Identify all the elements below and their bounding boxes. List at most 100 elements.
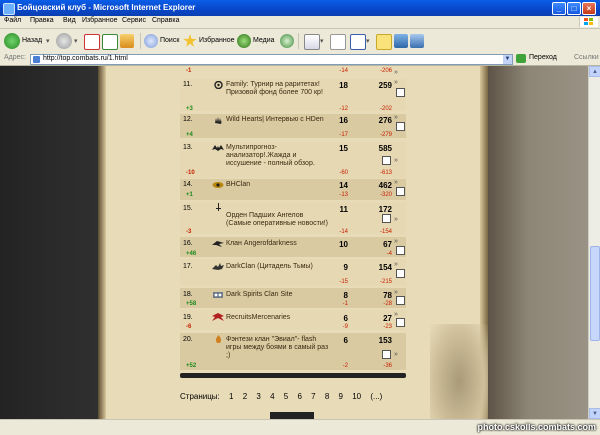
favorites-button-label[interactable]: Избранное [199,37,234,44]
row-name-link[interactable]: RecruitsMercenaries [226,314,330,322]
home-icon[interactable] [120,34,134,48]
menu-edit[interactable]: Правка [30,17,54,24]
row-rank: 16. [183,240,193,247]
row-rank: 13. [183,144,193,151]
print-icon[interactable] [330,34,346,50]
page-link[interactable]: 6 [297,392,301,401]
go-arrow-icon[interactable] [516,54,526,63]
row-checkbox[interactable] [396,269,405,278]
status-bar: photo.cskolls.combats.com [0,419,600,435]
page-link[interactable]: 8 [325,392,329,401]
scroll-thumb[interactable] [590,246,600,341]
menu-view[interactable]: Вид [63,17,76,24]
row-checkbox[interactable] [396,318,405,327]
research-icon[interactable] [410,34,424,48]
row-delta-score: -23 [383,324,392,330]
search-button-label[interactable]: Поиск [160,37,179,44]
page-link-more[interactable]: (...) [370,392,382,401]
edit-icon[interactable] [350,34,366,50]
row-rank: 15. [183,205,193,212]
maximize-button[interactable]: □ [567,2,581,15]
row-arrows[interactable]: » [394,179,398,186]
parchment-left-edge [98,66,106,419]
row-name-link[interactable]: DarkClan (Цитадель Тьмы) [226,263,330,271]
stop-icon[interactable] [84,34,100,50]
row-checkbox[interactable] [396,88,405,97]
menu-bar: Файл Правка Вид Избранное Сервис Справка [0,16,600,29]
swirl-icon [214,81,223,89]
vertical-scrollbar[interactable]: ▲ ▼ [588,66,600,419]
back-arrow-icon[interactable] [4,33,20,49]
menu-file[interactable]: Файл [4,17,21,24]
page-link[interactable]: 9 [339,392,343,401]
eye-icon [212,182,224,188]
page-link[interactable]: 1 [229,392,233,401]
row-arrows[interactable]: » [394,289,398,296]
row-checkbox[interactable] [382,214,391,223]
row-arrows[interactable]: » [394,311,398,318]
address-dropdown-icon[interactable]: ▼ [503,55,512,64]
row-delta-score: -202 [379,106,392,112]
row-name-link[interactable]: Орден Падших Ангелов (Самые оперативные … [226,212,330,228]
page-link[interactable]: 3 [256,392,260,401]
row-checkbox[interactable] [396,296,405,305]
menu-help[interactable]: Справка [152,17,179,24]
edit-dropdown-icon[interactable]: ▾ [366,37,370,45]
mail-dropdown-icon[interactable]: ▾ [320,37,324,45]
page-content: -1 -14 -206 » 11. Family: Турнир на рари… [0,66,588,419]
refresh-icon[interactable] [102,34,118,50]
favorites-star-icon[interactable] [183,34,197,47]
search-icon[interactable] [144,34,158,48]
row-votes: 9 [343,263,348,272]
row-score: 585 [378,144,392,153]
row-name-link[interactable]: Wild Hearts| Интервью с HDen [226,116,330,124]
row-name-link[interactable]: Dark Spirits Clan Site [226,291,330,299]
page-link[interactable]: 10 [352,392,361,401]
mail-icon[interactable] [304,34,320,50]
menu-favorites[interactable]: Избранное [82,17,117,24]
row-arrows[interactable]: » [394,157,398,164]
address-url[interactable]: http://top.combats.ru/1.html [43,55,128,62]
row-name-link[interactable]: Family: Турнир на раритетах! Призовой фо… [226,81,330,97]
page-link[interactable]: 7 [311,392,315,401]
back-button-label[interactable]: Назад [22,37,42,44]
row-votes: 16 [339,116,348,125]
links-button[interactable]: Ссылки [574,54,599,61]
media-icon[interactable] [237,34,251,48]
row-name-link[interactable]: Клан Angerofdarkness [226,240,330,248]
discuss-icon[interactable] [376,34,392,50]
page-link[interactable]: 2 [243,392,247,401]
row-checkbox[interactable] [396,187,405,196]
address-input[interactable]: http://top.combats.ru/1.html ▼ [30,54,513,65]
menu-tools[interactable]: Сервис [122,17,146,24]
row-checkbox[interactable] [396,122,405,131]
row-arrows[interactable]: » [394,238,398,245]
vote-button[interactable] [270,412,314,419]
row-arrows[interactable]: » [394,216,398,223]
scroll-up-icon[interactable]: ▲ [589,66,600,77]
page-link[interactable]: 5 [284,392,288,401]
minimize-button[interactable]: _ [552,2,566,15]
row-arrows[interactable]: » [394,79,398,86]
row-arrows[interactable]: » [394,69,398,76]
row-delta-rank: +46 [186,251,197,257]
row-arrows[interactable]: » [394,261,398,268]
row-arrows[interactable]: » [394,351,398,358]
history-icon[interactable] [280,34,294,48]
back-dropdown-icon[interactable]: ▾ [46,37,50,45]
row-name-link[interactable]: Мультипрогноз-анализатор!.Жажда и иссуше… [226,144,330,168]
row-arrows[interactable]: » [394,114,398,121]
scroll-down-icon[interactable]: ▼ [589,408,600,419]
forward-dropdown-icon[interactable]: ▾ [74,37,78,45]
row-checkbox[interactable] [396,246,405,255]
forward-arrow-icon[interactable] [56,33,72,49]
close-button[interactable]: × [582,2,596,15]
page-link[interactable]: 4 [270,392,274,401]
go-button[interactable]: Переход [529,54,557,61]
row-name-link[interactable]: BHClan [226,181,330,189]
row-checkbox[interactable] [382,350,391,359]
media-button-label[interactable]: Медиа [253,37,275,44]
row-name-link[interactable]: Фэнтези клан "Эвиал"- flash игры между б… [226,336,330,360]
row-checkbox[interactable] [382,156,391,165]
messenger-icon[interactable] [394,34,408,48]
